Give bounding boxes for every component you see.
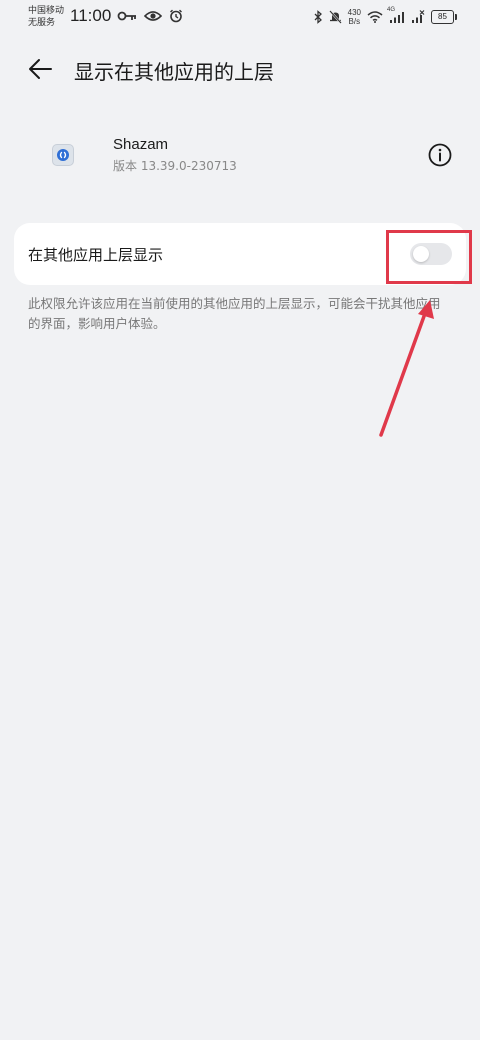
toggle-knob — [413, 246, 429, 262]
back-button[interactable] — [26, 54, 56, 84]
alarm-icon — [170, 9, 182, 23]
status-time: 11:00 — [70, 6, 112, 25]
status-left-icons — [117, 9, 183, 23]
status-right-icons: 430 B/s 4G 85 — [314, 7, 457, 26]
wifi-icon — [367, 11, 383, 23]
key-icon — [117, 11, 136, 21]
bluetooth-icon — [314, 10, 322, 24]
signal-no-sim-icon — [412, 10, 425, 23]
overlay-permission-card: 在其他应用上层显示 — [14, 223, 466, 285]
overlay-permission-toggle[interactable] — [410, 243, 452, 265]
mute-bell-icon — [328, 10, 342, 24]
screen: 中国移动 无服务 11:00 430 B/s 4G 85 显示在其他应用的上层 … — [0, 0, 480, 1040]
net-speed-value: 430 — [347, 8, 361, 17]
page-title: 显示在其他应用的上层 — [74, 60, 274, 84]
shazam-app-icon — [52, 144, 74, 166]
overlay-permission-label: 在其他应用上层显示 — [28, 246, 164, 264]
app-version: 版本 13.39.0-230713 — [113, 159, 237, 173]
carrier-info: 中国移动 无服务 — [28, 5, 64, 29]
signal-icon — [390, 12, 404, 23]
shazam-logo-icon — [57, 149, 69, 161]
status-bar: 中国移动 无服务 11:00 430 B/s 4G 85 — [0, 0, 480, 36]
header: 显示在其他应用的上层 — [0, 50, 480, 90]
app-info-button[interactable] — [428, 143, 452, 167]
carrier-name: 中国移动 — [28, 6, 65, 16]
net-speed-unit: B/s — [348, 17, 361, 26]
eye-icon — [144, 11, 162, 21]
back-arrow-icon — [29, 59, 52, 79]
permission-description: 此权限允许该应用在当前使用的其他应用的上层显示，可能会干扰其他应用的界面，影响用… — [28, 296, 441, 331]
net-speed: 430 B/s — [348, 8, 361, 26]
app-name: Shazam — [113, 136, 169, 153]
info-icon — [428, 143, 452, 167]
battery-icon: 85 — [431, 10, 457, 24]
carrier-service: 无服务 — [28, 18, 56, 28]
signal-group: 4G — [387, 7, 405, 24]
app-info-row: Shazam 版本 13.39.0-230713 — [0, 126, 480, 186]
